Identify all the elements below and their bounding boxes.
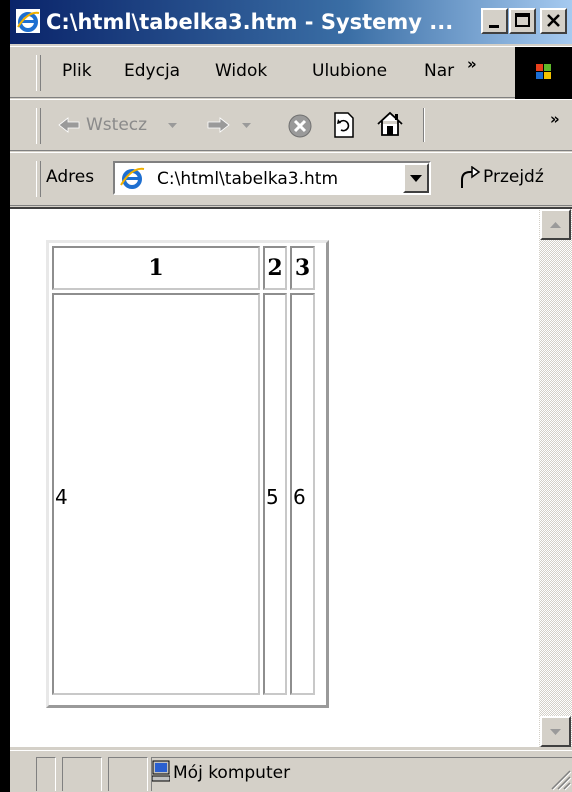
browser-window: C:\html\tabelka3.htm - Systemy ... Plik … — [10, 0, 572, 792]
cell-text: 6 — [293, 485, 306, 509]
status-panel — [36, 757, 56, 791]
status-panel — [108, 757, 148, 791]
page-ie-icon — [119, 165, 145, 191]
standard-toolbar: Wstecz » — [10, 99, 572, 151]
address-label: Adres — [46, 167, 95, 187]
window-title: C:\html\tabelka3.htm - Systemy ... — [46, 10, 454, 34]
menu-bar-grip[interactable] — [36, 55, 41, 91]
menu-overflow-chevron[interactable]: » — [467, 55, 477, 73]
status-zone-label: Mój komputer — [173, 763, 291, 783]
cell-text: 4 — [55, 485, 68, 509]
page-content: 1 2 3 4 5 6 — [10, 207, 572, 747]
scroll-up-arrow-icon — [550, 222, 561, 228]
minimize-icon — [489, 25, 499, 28]
chevron-down-icon — [410, 175, 422, 182]
address-value: C:\html\tabelka3.htm — [157, 169, 339, 189]
toolbar-grip[interactable] — [36, 108, 41, 144]
forward-dropdown-icon[interactable] — [242, 122, 252, 130]
title-bar[interactable]: C:\html\tabelka3.htm - Systemy ... — [10, 0, 572, 44]
status-bar: Mój komputer — [10, 750, 572, 792]
forward-arrow-icon[interactable] — [206, 116, 230, 134]
menu-item-widok[interactable]: Widok — [215, 61, 267, 81]
back-arrow-icon — [58, 117, 80, 133]
menu-item-narzedzia[interactable]: Nar — [424, 61, 454, 81]
my-computer-icon — [152, 760, 170, 782]
go-button[interactable]: Przejdź — [483, 167, 544, 187]
close-icon — [547, 14, 560, 27]
menu-item-ulubione[interactable]: Ulubione — [312, 61, 387, 81]
home-icon[interactable] — [376, 111, 404, 137]
table-body-cell-5: 5 — [263, 293, 287, 695]
go-arrow-icon — [461, 166, 481, 188]
status-panel — [62, 757, 102, 791]
scroll-down-button[interactable] — [540, 716, 571, 747]
refresh-icon[interactable] — [333, 112, 355, 138]
scroll-up-button[interactable] — [540, 209, 571, 240]
toolbar-overflow-chevron[interactable]: » — [550, 110, 560, 128]
vertical-scrollbar[interactable] — [539, 209, 572, 747]
scroll-down-arrow-icon — [550, 729, 561, 735]
table-header-cell-2: 2 — [263, 246, 287, 290]
back-dropdown-icon[interactable] — [168, 122, 178, 130]
maximize-button[interactable] — [509, 8, 536, 34]
minimize-button[interactable] — [481, 8, 508, 34]
table-body-cell-4: 4 — [52, 293, 260, 695]
table-header-cell-1: 1 — [52, 246, 260, 290]
address-dropdown-button[interactable] — [403, 163, 429, 193]
html-table: 1 2 3 4 5 6 — [46, 240, 329, 708]
menu-item-plik[interactable]: Plik — [62, 61, 92, 81]
menu-bar: Plik Edycja Widok Ulubione Nar » — [10, 46, 572, 99]
address-bar: Adres C:\html\tabelka3.htm Przejdź — [10, 152, 572, 206]
table-body-cell-6: 6 — [290, 293, 315, 695]
stop-icon[interactable] — [287, 113, 313, 139]
internet-explorer-icon — [16, 9, 40, 33]
close-button[interactable] — [540, 8, 567, 34]
address-bar-grip[interactable] — [36, 161, 41, 197]
back-button[interactable]: Wstecz — [86, 115, 147, 135]
menu-item-edycja[interactable]: Edycja — [124, 61, 180, 81]
cell-text: 5 — [266, 485, 279, 509]
table-header-cell-3: 3 — [290, 246, 315, 290]
address-input[interactable]: C:\html\tabelka3.htm — [113, 161, 431, 195]
resize-grip-icon[interactable] — [546, 765, 572, 791]
maximize-icon — [515, 13, 530, 27]
toolbar-separator — [423, 108, 425, 142]
windows-logo — [515, 47, 572, 99]
windows-flag-icon — [536, 64, 551, 79]
